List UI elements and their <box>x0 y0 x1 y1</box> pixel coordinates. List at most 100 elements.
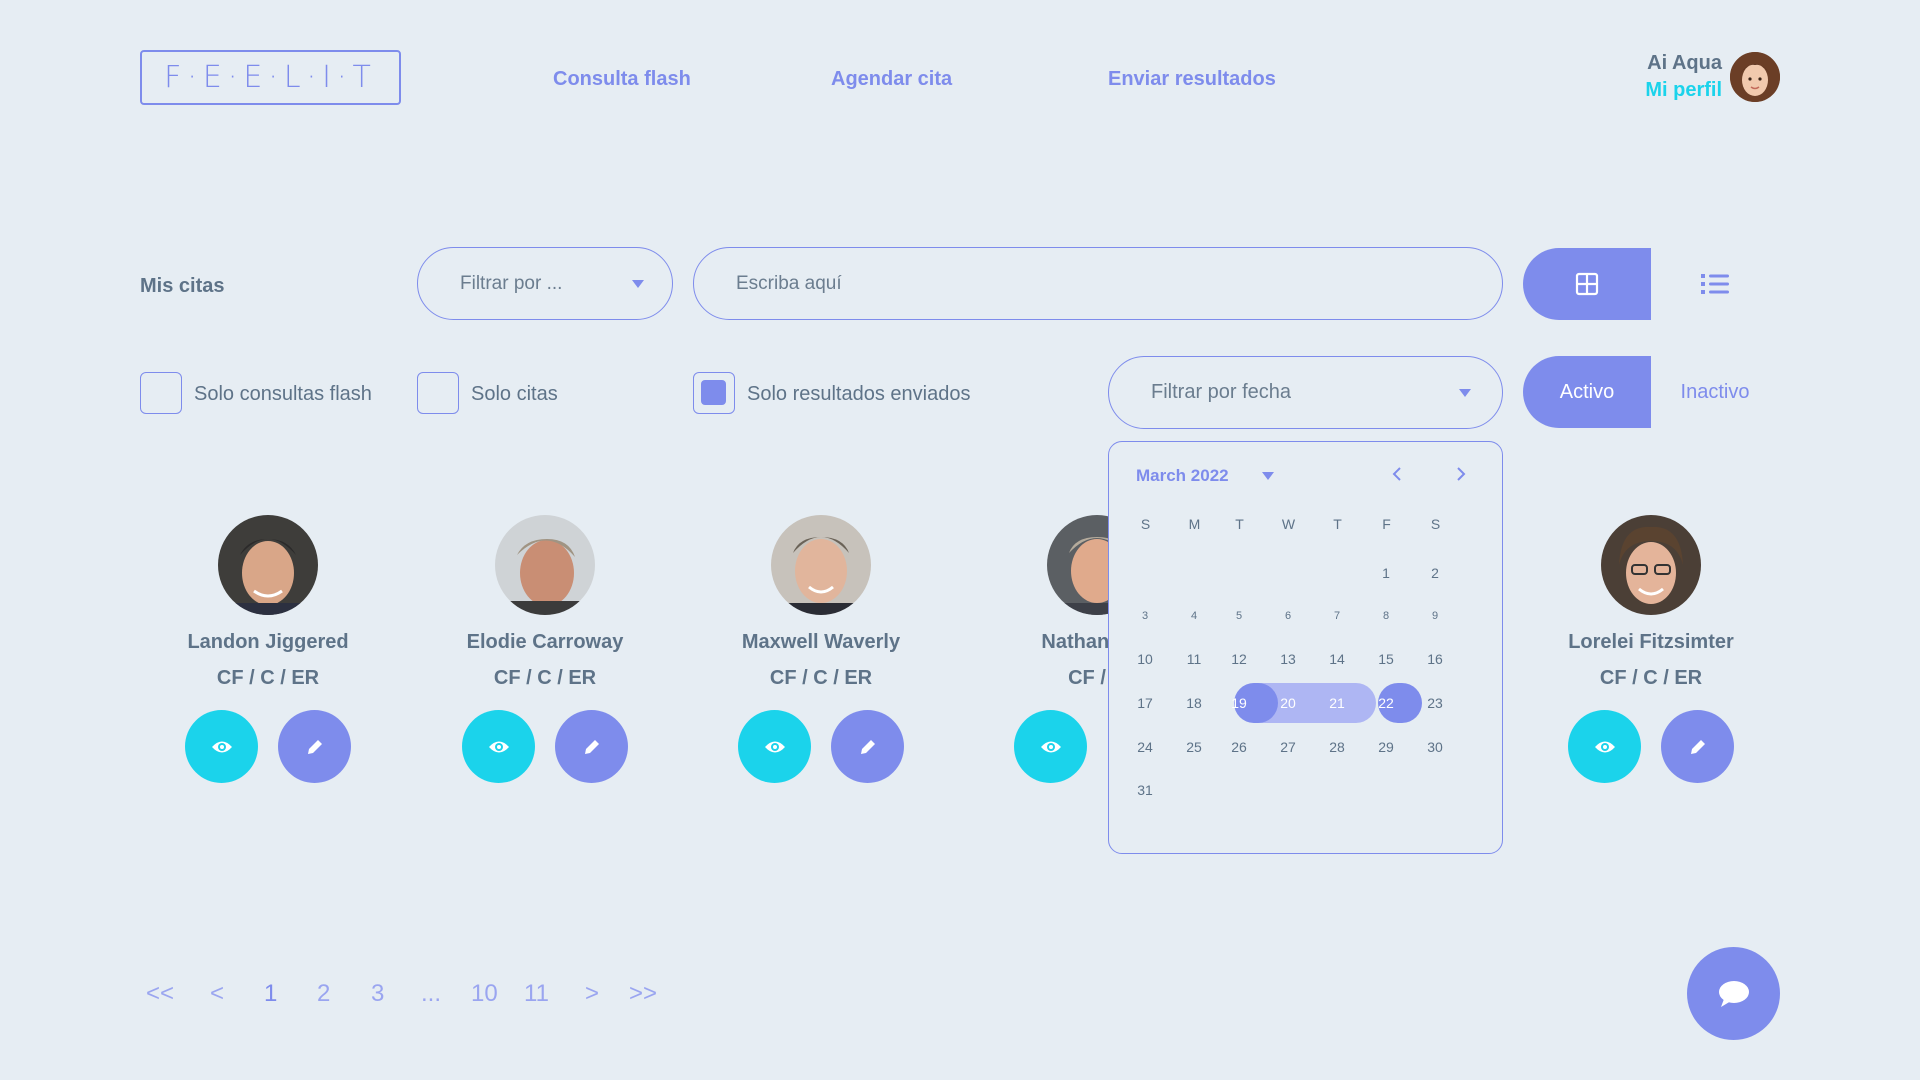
calendar-day[interactable]: 2 <box>1413 553 1457 593</box>
view-button[interactable] <box>462 710 535 783</box>
checkbox-citas[interactable] <box>417 372 459 414</box>
calendar-day[interactable]: 9 <box>1413 596 1457 636</box>
checkbox-label: Solo consultas flash <box>194 383 372 405</box>
avatar[interactable] <box>1730 52 1780 102</box>
edit-button[interactable] <box>278 710 351 783</box>
date-filter-value: Filtrar por fecha <box>1151 381 1292 403</box>
checkbox-resultados-enviados[interactable] <box>693 372 735 414</box>
eye-icon <box>1594 741 1615 752</box>
chat-bubble-icon <box>1718 980 1749 1007</box>
calendar-day[interactable]: 22 <box>1364 683 1408 723</box>
calendar-day[interactable]: 14 <box>1315 639 1359 679</box>
calendar-day[interactable]: 3 <box>1123 596 1167 636</box>
calendar-weekday: W <box>1281 516 1296 532</box>
eye-icon <box>764 741 785 752</box>
status-inactive-button[interactable]: Inactivo <box>1651 356 1779 428</box>
patient-tags: CF / C / ER <box>493 667 597 689</box>
grid-view-button[interactable] <box>1523 248 1651 320</box>
patient-name: Lorelei Fitzsimter <box>1568 631 1734 653</box>
pagination-page[interactable]: 10 <box>471 980 498 1008</box>
calendar-day[interactable]: 27 <box>1266 727 1310 767</box>
pagination-prev[interactable]: < <box>210 980 224 1008</box>
patient-name: Elodie Carroway <box>466 631 624 653</box>
calendar-day[interactable]: 24 <box>1123 727 1167 767</box>
pagination-last[interactable]: >> <box>629 980 657 1008</box>
calendar-day[interactable]: 6 <box>1266 596 1310 636</box>
calendar-day[interactable]: 29 <box>1364 727 1408 767</box>
calendar-day[interactable]: 8 <box>1364 596 1408 636</box>
prev-month-button[interactable] <box>1385 462 1409 486</box>
calendar-day[interactable]: 28 <box>1315 727 1359 767</box>
nav-consulta-flash[interactable]: Consulta flash <box>553 68 691 91</box>
calendar-day[interactable]: 7 <box>1315 596 1359 636</box>
calendar-day[interactable]: 10 <box>1123 639 1167 679</box>
patient-tags: CF / C / ER <box>216 667 320 689</box>
view-button[interactable] <box>738 710 811 783</box>
calendar-weekday: T <box>1235 516 1244 532</box>
section-title: Mis citas <box>140 275 225 297</box>
calendar-day[interactable]: 30 <box>1413 727 1457 767</box>
chevron-down-icon <box>1262 472 1274 480</box>
patient-photo <box>771 515 871 615</box>
filter-select-value: Filtrar por ... <box>460 272 563 294</box>
calendar-weekday: S <box>1430 516 1441 532</box>
calendar-month-select[interactable]: March 2022 <box>1136 466 1274 486</box>
logo[interactable]: F·E·E·L·I·T <box>140 50 401 105</box>
calendar-day[interactable]: 23 <box>1413 683 1457 723</box>
date-filter-select[interactable]: Filtrar por fecha <box>1108 356 1503 429</box>
pagination-page[interactable]: 11 <box>524 980 549 1008</box>
checkbox-label: Solo citas <box>471 383 558 405</box>
calendar-day[interactable]: 4 <box>1172 596 1216 636</box>
calendar-day[interactable]: 12 <box>1217 639 1261 679</box>
pagination-next[interactable]: > <box>585 980 599 1008</box>
calendar-day[interactable]: 15 <box>1364 639 1408 679</box>
calendar-day[interactable]: 17 <box>1123 683 1167 723</box>
calendar-day[interactable]: 5 <box>1217 596 1261 636</box>
grid-icon <box>1575 272 1599 296</box>
pencil-icon <box>1690 739 1705 754</box>
calendar-day[interactable]: 20 <box>1266 683 1310 723</box>
patient-tags: CF / C / ER <box>1599 667 1703 689</box>
edit-button[interactable] <box>831 710 904 783</box>
eye-icon <box>1040 741 1061 752</box>
list-icon <box>1701 274 1729 294</box>
nav-enviar-resultados[interactable]: Enviar resultados <box>1108 68 1276 91</box>
view-button[interactable] <box>185 710 258 783</box>
view-button[interactable] <box>1014 710 1087 783</box>
calendar-day[interactable]: 18 <box>1172 683 1216 723</box>
calendar-weekday: M <box>1188 516 1201 532</box>
checkbox-consultas-flash[interactable] <box>140 372 182 414</box>
pagination-page[interactable]: 1 <box>264 980 277 1008</box>
edit-button[interactable] <box>555 710 628 783</box>
pagination-ellipsis: ... <box>421 980 442 1007</box>
pagination-page[interactable]: 3 <box>371 980 384 1008</box>
calendar-day[interactable]: 21 <box>1315 683 1359 723</box>
calendar-day[interactable]: 26 <box>1217 727 1261 767</box>
calendar-day[interactable]: 16 <box>1413 639 1457 679</box>
search-input[interactable] <box>693 247 1503 320</box>
pagination-page[interactable]: 2 <box>317 980 330 1008</box>
edit-button[interactable] <box>1661 710 1734 783</box>
view-button[interactable] <box>1568 710 1641 783</box>
calendar-day[interactable]: 11 <box>1172 639 1216 679</box>
pagination-first[interactable]: << <box>146 980 174 1008</box>
nav-agendar-cita[interactable]: Agendar cita <box>831 68 952 91</box>
calendar-day[interactable]: 19 <box>1217 683 1261 723</box>
calendar-day[interactable]: 31 <box>1123 770 1167 810</box>
chat-button[interactable] <box>1687 947 1780 1040</box>
chevron-right-icon <box>1457 467 1466 481</box>
eye-icon <box>211 741 232 752</box>
checkbox-label: Solo resultados enviados <box>747 383 971 405</box>
calendar-day[interactable]: 13 <box>1266 639 1310 679</box>
patient-name: Landon Jiggered <box>187 631 349 653</box>
patient-photo <box>1601 515 1701 615</box>
filter-select[interactable]: Filtrar por ... <box>417 247 673 320</box>
patient-tags: CF / C / ER <box>769 667 873 689</box>
calendar-day[interactable]: 1 <box>1364 553 1408 593</box>
profile-link[interactable]: Mi perfil <box>1645 79 1722 102</box>
calendar-day[interactable]: 25 <box>1172 727 1216 767</box>
patient-photo <box>218 515 318 615</box>
next-month-button[interactable] <box>1449 462 1473 486</box>
status-active-button[interactable]: Activo <box>1523 356 1651 428</box>
list-view-button[interactable] <box>1651 248 1779 320</box>
